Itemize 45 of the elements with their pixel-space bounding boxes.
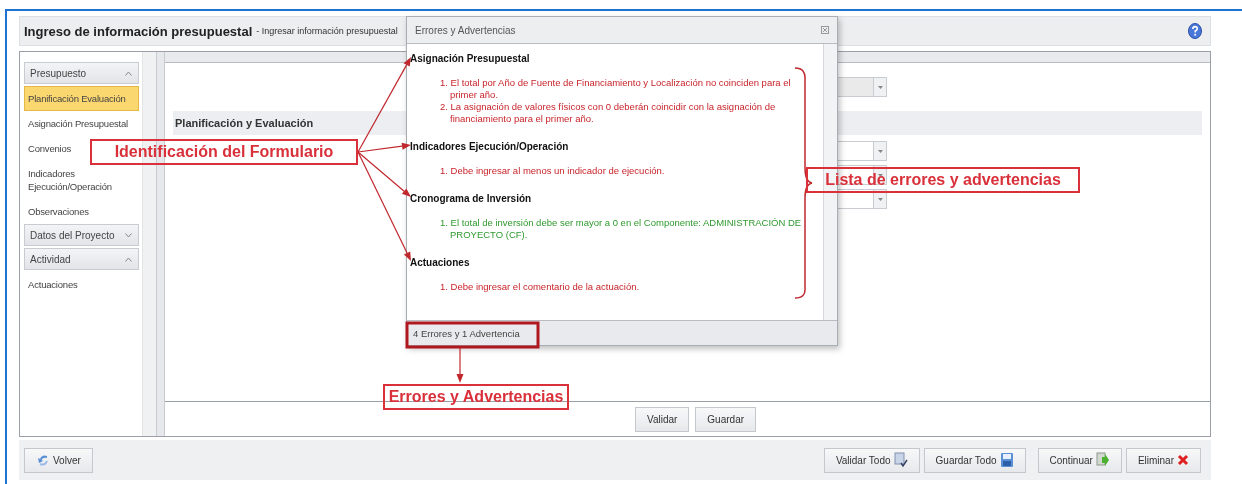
close-icon[interactable] [821, 26, 829, 34]
validation-message: 1. Debe ingresar al menos un indicador de ejecución. [439, 165, 666, 177]
annotation-label: Identificación del Formulario [90, 139, 358, 165]
document-check-icon [893, 452, 908, 468]
chevron-icon [125, 232, 133, 238]
section-title: Planificación y Evaluación [175, 117, 314, 129]
page-title: Ingreso de información presupuestal [24, 23, 253, 39]
validation-message: 1. Debe ingresar el comentario de la actuación. [439, 281, 641, 293]
validation-message: 1. El total de inversión debe ser mayor a 0 en el Componente: ADMINISTRACIÓN DE PROYECTO (CF). [439, 217, 803, 241]
caret-icon [877, 197, 883, 201]
footer-button[interactable]: Validar Todo [823, 447, 920, 473]
status-text: 4 Errores y 1 Advertencia [413, 327, 520, 339]
form-button[interactable]: Validar [634, 406, 690, 432]
caret-icon [877, 85, 883, 89]
delete-icon [1177, 454, 1189, 466]
help-icon[interactable] [1188, 23, 1202, 39]
form-button[interactable]: Guardar [695, 406, 757, 432]
arrow-document-icon [1095, 452, 1110, 468]
sidebar-item[interactable]: Actuaciones [24, 272, 140, 297]
caret-icon [877, 149, 883, 153]
section-heading: Cronograma de Inversión [410, 193, 533, 205]
chevron-icon [125, 256, 133, 262]
sidebar-group-header[interactable]: Presupuesto [24, 62, 140, 84]
footer-button[interactable]: Continuar [1037, 447, 1122, 473]
back-arrow-icon [36, 453, 50, 467]
section-heading: Actuaciones [410, 257, 471, 269]
footer-button[interactable]: Eliminar [1125, 447, 1201, 473]
caret-icon [877, 173, 883, 177]
footer-button[interactable]: Guardar Todo [923, 447, 1026, 473]
dialog-title: Errores y Advertencias [415, 24, 516, 36]
sidebar-item[interactable]: Planificación Evaluación [24, 86, 140, 111]
section-heading: Indicadores Ejecución/Operación [410, 141, 570, 153]
validation-message: 1. El total por Año de Fuente de Financiamiento y Localización no coinciden para el primer año. [439, 77, 792, 101]
arrow [456, 347, 464, 383]
validation-message: 2. La asignación de valores físicos con 0 deberán coincidir con la asignación de financiamiento para el primer año. [439, 101, 777, 125]
chevron-icon [125, 70, 133, 76]
section-heading: Asignación Presupuestal [410, 53, 531, 65]
annotation-label: Errores y Advertencias [383, 384, 569, 410]
sidebar-group-header[interactable]: Actividad [24, 248, 140, 270]
annotation-label: Lista de errores y advertencias [806, 167, 1080, 193]
page-subtitle: - Ingresar información presupuestal [256, 26, 398, 36]
sidebar-item[interactable]: Asignación Presupuestal [24, 111, 140, 136]
sidebar-group-header[interactable]: Datos del Proyecto [24, 224, 140, 246]
sidebar-item[interactable]: Observaciones [24, 199, 140, 224]
back-button[interactable]: Volver [24, 447, 93, 473]
